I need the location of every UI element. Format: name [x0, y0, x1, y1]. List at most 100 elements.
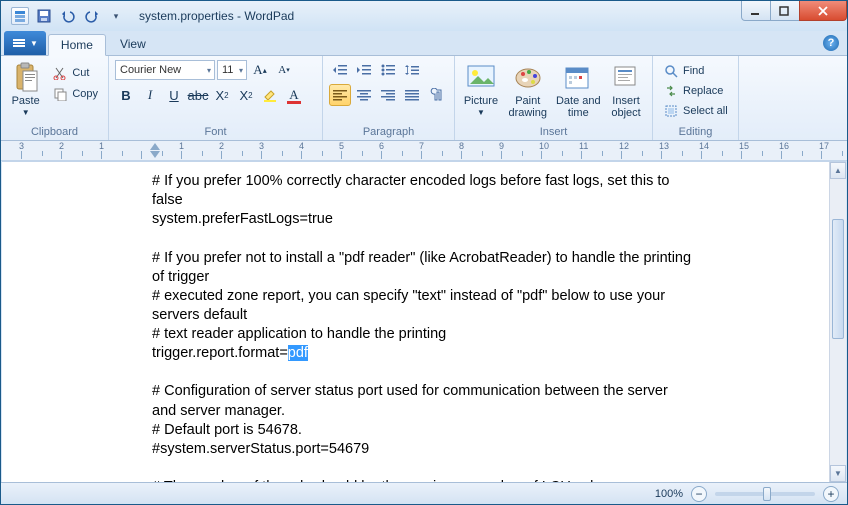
group-label-font: Font	[115, 124, 316, 139]
highlight-button[interactable]	[259, 84, 281, 106]
outdent-icon	[332, 63, 348, 77]
zoom-out-button[interactable]: −	[691, 486, 707, 502]
superscript-button[interactable]: X2	[235, 84, 257, 106]
bold-button[interactable]: B	[115, 84, 137, 106]
zoom-slider-thumb[interactable]	[763, 487, 771, 501]
file-menu-icon	[12, 36, 26, 50]
line-spacing-icon	[404, 63, 420, 77]
subscript-button[interactable]: X2	[211, 84, 233, 106]
undo-button[interactable]	[57, 5, 79, 27]
window-controls	[742, 1, 847, 21]
tab-home[interactable]: Home	[48, 34, 106, 56]
zoom-level: 100%	[655, 488, 683, 500]
vertical-scrollbar[interactable]: ▲ ▼	[829, 162, 846, 482]
paste-button[interactable]: Paste ▼	[7, 59, 44, 124]
ruler-tick: 15	[741, 151, 781, 159]
ruler-tick: 13	[661, 151, 701, 159]
italic-button[interactable]: I	[139, 84, 161, 106]
scroll-up-button[interactable]: ▲	[830, 162, 846, 179]
object-icon	[610, 61, 642, 93]
save-icon	[36, 8, 52, 24]
align-right-button[interactable]	[377, 84, 399, 106]
paste-label: Paste	[12, 95, 40, 107]
insert-object-button[interactable]: Insert object	[606, 59, 646, 124]
copy-icon	[52, 86, 68, 102]
shrink-font-button[interactable]: A▾	[273, 59, 295, 81]
picture-label: Picture	[464, 95, 498, 107]
paste-icon	[10, 61, 42, 93]
wordpad-icon	[11, 7, 29, 25]
decrease-indent-button[interactable]	[329, 59, 351, 81]
paint-icon	[512, 61, 544, 93]
group-label-clipboard: Clipboard	[7, 124, 102, 139]
ruler-tick: 2	[221, 151, 261, 159]
scroll-down-button[interactable]: ▼	[830, 465, 846, 482]
selectall-label: Select all	[683, 105, 728, 117]
date-time-button[interactable]: Date and time	[555, 59, 603, 124]
title-bar: ▾ system.properties - WordPad	[1, 1, 847, 31]
underline-button[interactable]: U	[163, 84, 185, 106]
object-label: Insert object	[606, 95, 646, 119]
redo-button[interactable]	[81, 5, 103, 27]
file-tab[interactable]: ▼	[4, 31, 46, 55]
line-spacing-button[interactable]	[401, 59, 423, 81]
find-button[interactable]: Find	[659, 61, 732, 81]
cut-button[interactable]: Cut	[48, 63, 102, 83]
ruler-tick: 12	[621, 151, 661, 159]
first-line-indent-marker[interactable]	[150, 143, 160, 150]
help-button[interactable]: ?	[823, 35, 839, 51]
ruler-tick: 10	[541, 151, 581, 159]
maximize-button[interactable]	[770, 1, 800, 21]
minimize-button[interactable]	[741, 1, 771, 21]
select-all-icon	[663, 103, 679, 119]
selected-text[interactable]: pdf	[288, 345, 308, 361]
align-right-icon	[381, 89, 395, 101]
window-title: system.properties - WordPad	[139, 9, 294, 23]
justify-button[interactable]	[401, 84, 423, 106]
ruler-tick: 16	[781, 151, 821, 159]
tab-view[interactable]: View	[108, 33, 158, 55]
paint-label: Paint drawing	[505, 95, 551, 119]
group-insert: Picture ▼ Paint drawing Date and time In…	[455, 56, 653, 140]
ruler-tick: 4	[301, 151, 341, 159]
ruler-tick: 7	[421, 151, 461, 159]
strikethrough-button[interactable]: abc	[187, 84, 209, 106]
copy-button[interactable]: Copy	[48, 84, 102, 104]
app-menu-button[interactable]	[9, 5, 31, 27]
picture-button[interactable]: Picture ▼	[461, 59, 501, 124]
font-name-combo[interactable]: Courier New	[115, 60, 215, 80]
scroll-track[interactable]	[830, 179, 846, 465]
horizontal-ruler[interactable]: 321123456789101112131415161718	[1, 141, 847, 161]
paragraph-icon	[429, 88, 443, 102]
save-button[interactable]	[33, 5, 55, 27]
grow-font-button[interactable]: A▴	[249, 59, 271, 81]
indent-icon	[356, 63, 372, 77]
ruler-tick	[141, 151, 181, 159]
list-icon	[380, 63, 396, 77]
ruler-tick: 2	[61, 151, 101, 159]
ruler-tick: 1	[101, 151, 141, 159]
chevron-down-icon: ▼	[477, 109, 485, 118]
font-size-combo[interactable]: 11	[217, 60, 247, 80]
align-center-button[interactable]	[353, 84, 375, 106]
zoom-slider[interactable]	[715, 492, 815, 496]
align-left-button[interactable]	[329, 84, 351, 106]
datetime-label: Date and time	[555, 95, 603, 119]
select-all-button[interactable]: Select all	[659, 101, 732, 121]
bullets-button[interactable]	[377, 59, 399, 81]
document-content[interactable]: # If you prefer 100% correctly character…	[2, 162, 692, 482]
close-button[interactable]	[799, 1, 847, 21]
group-label-insert: Insert	[461, 124, 646, 139]
ruler-tick: 17	[821, 151, 847, 159]
font-color-button[interactable]: A	[283, 84, 305, 106]
cut-label: Cut	[72, 67, 89, 79]
paint-drawing-button[interactable]: Paint drawing	[505, 59, 551, 124]
scroll-thumb[interactable]	[832, 219, 844, 339]
ribbon-tabs: ▼ Home View ?	[1, 31, 847, 55]
zoom-in-button[interactable]: +	[823, 486, 839, 502]
qat-customize-button[interactable]: ▾	[105, 5, 127, 27]
paragraph-dialog-button[interactable]	[425, 84, 447, 106]
replace-button[interactable]: Replace	[659, 81, 732, 101]
increase-indent-button[interactable]	[353, 59, 375, 81]
hanging-indent-marker[interactable]	[150, 151, 160, 158]
